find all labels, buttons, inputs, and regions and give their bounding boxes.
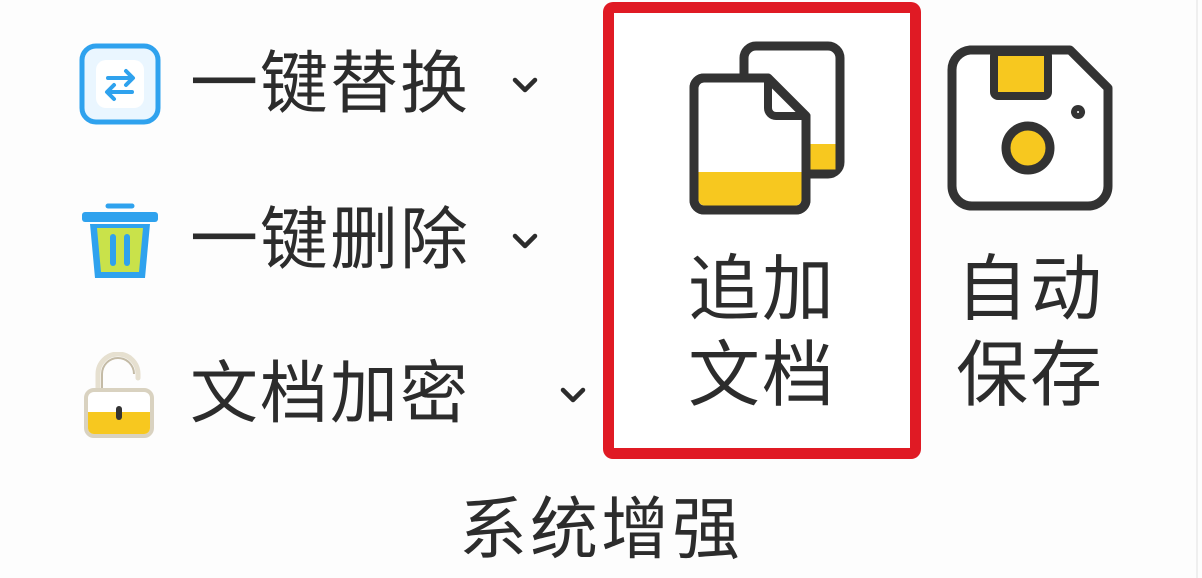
unlocked-padlock-icon xyxy=(78,352,164,438)
document-encrypt-button[interactable]: 文档加密 xyxy=(78,352,586,438)
append-documents-icon xyxy=(688,40,848,220)
floppy-disk-icon xyxy=(946,44,1114,212)
group-divider xyxy=(1196,0,1198,578)
chevron-down-icon[interactable] xyxy=(508,224,542,262)
one-click-replace-label: 一键替换 xyxy=(190,45,471,124)
swap-arrows-icon xyxy=(78,42,164,128)
chevron-down-icon[interactable] xyxy=(508,68,542,106)
auto-save-label-line1: 自动 xyxy=(955,247,1104,331)
append-document-label-line2: 文档 xyxy=(687,333,836,417)
auto-save-button[interactable]: 自动 保存 xyxy=(940,14,1120,454)
auto-save-label-line2: 保存 xyxy=(955,333,1104,417)
append-document-label-line1: 追加 xyxy=(687,247,836,331)
document-encrypt-label: 文档加密 xyxy=(190,355,471,434)
one-click-delete-label: 一键删除 xyxy=(190,201,471,280)
one-click-delete-button[interactable]: 一键删除 xyxy=(78,198,578,284)
append-document-button[interactable]: 追加 文档 xyxy=(614,14,910,454)
trash-bin-icon xyxy=(78,198,164,284)
group-title: 系统增强 xyxy=(458,491,743,570)
chevron-down-icon[interactable] xyxy=(556,378,590,416)
ribbon-group-system-enhance: 一键替换 一键删除 文档加密 追加 文档 自动 保存 系统增强 xyxy=(0,0,1202,578)
one-click-replace-button[interactable]: 一键替换 xyxy=(78,42,578,128)
